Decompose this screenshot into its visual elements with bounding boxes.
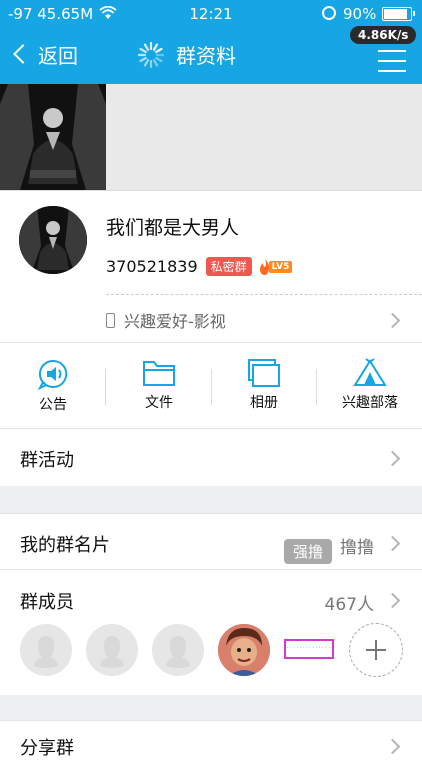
tribe-icon <box>353 358 387 386</box>
network-speed-badge: 4.86K/s <box>350 26 417 44</box>
tribe-label: 兴趣部落 <box>342 395 398 411</box>
back-button[interactable]: 返回 <box>10 39 78 69</box>
page-title: 群资料 <box>138 40 236 69</box>
chevron-right-icon <box>384 535 401 552</box>
member-avatar[interactable] <box>152 624 204 676</box>
loading-spinner-icon <box>138 41 164 68</box>
battery-icon <box>382 7 415 21</box>
chevron-left-icon <box>13 44 33 64</box>
interest-category: 兴趣爱好-影视 <box>124 312 226 331</box>
menu-icon[interactable] <box>378 50 406 80</box>
back-label: 返回 <box>38 43 78 68</box>
members-label: 群成员 <box>20 592 74 613</box>
group-activity-row[interactable]: 群活动 <box>0 428 422 486</box>
tribe-button[interactable]: 兴趣部落 <box>322 358 418 412</box>
status-bar: -97 45.65M 12:21 90% <box>0 0 422 28</box>
group-members-section[interactable]: 群成员 467人 · · · · · · · · · · · · · · · · <box>0 569 422 695</box>
battery-percent: 90% <box>343 5 377 23</box>
announcement-label: 公告 <box>39 397 67 413</box>
announcement-icon <box>37 359 68 390</box>
album-button[interactable]: 相册 <box>216 358 312 412</box>
group-avatar[interactable] <box>19 206 87 274</box>
member-avatar[interactable] <box>20 624 72 676</box>
phone-icon <box>106 312 115 328</box>
my-group-card-label: 我的群名片 <box>20 535 110 556</box>
share-group-row[interactable]: 分享群 <box>0 720 422 760</box>
default-avatar-icon <box>34 636 58 668</box>
album-label: 相册 <box>250 395 278 411</box>
default-avatar-icon <box>166 636 190 668</box>
cover-photo[interactable] <box>0 84 106 190</box>
member-link-thumbnail[interactable]: · · · · · · · · · · · · · · · · <box>284 639 334 659</box>
files-button[interactable]: 文件 <box>111 358 207 412</box>
member-avatar[interactable] <box>218 624 270 676</box>
album-icon <box>248 359 280 387</box>
member-avatar[interactable] <box>86 624 138 676</box>
folder-icon <box>143 361 175 386</box>
cartoon-avatar-icon <box>218 624 270 676</box>
files-label: 文件 <box>145 395 173 411</box>
group-activity-label: 群活动 <box>20 450 74 471</box>
toast-badge: 强撸 <box>284 539 333 564</box>
divider <box>316 369 317 405</box>
chevron-right-icon <box>384 312 401 329</box>
chevron-right-icon <box>384 592 401 609</box>
nav-bar: 返回 群资料 4.86K/s <box>0 26 422 84</box>
default-avatar-icon <box>100 636 124 668</box>
my-group-card-row[interactable]: 我的群名片 撸撸 <box>0 513 422 571</box>
chevron-right-icon <box>384 450 401 467</box>
group-id: 370521839 <box>106 257 198 276</box>
group-name: 我们都是大男人 <box>106 217 240 239</box>
interest-category-row[interactable]: 兴趣爱好-影视 <box>106 308 226 332</box>
level-text: LV5 <box>268 260 293 273</box>
share-group-label: 分享群 <box>20 738 74 759</box>
my-group-card-value: 撸撸 <box>340 538 374 558</box>
divider <box>105 369 106 405</box>
group-actions-bar: 公告 文件 相册 兴趣部落 <box>0 342 422 428</box>
divider <box>211 369 212 405</box>
members-count: 467人 <box>324 595 374 615</box>
private-group-badge: 私密群 <box>205 257 252 276</box>
group-cover[interactable] <box>0 84 422 190</box>
page-title-text: 群资料 <box>176 44 236 68</box>
group-level-badge: LV5 <box>258 258 293 276</box>
group-info-card: 我们都是大男人 370521839 私密群 LV5 兴趣爱好-影视 <box>0 190 422 342</box>
chevron-right-icon <box>384 738 401 755</box>
group-id-row: 370521839 私密群 LV5 <box>106 257 293 276</box>
announcement-button[interactable]: 公告 <box>5 358 101 414</box>
add-member-button[interactable] <box>349 623 403 677</box>
alarm-icon <box>322 6 336 20</box>
divider <box>106 294 422 295</box>
